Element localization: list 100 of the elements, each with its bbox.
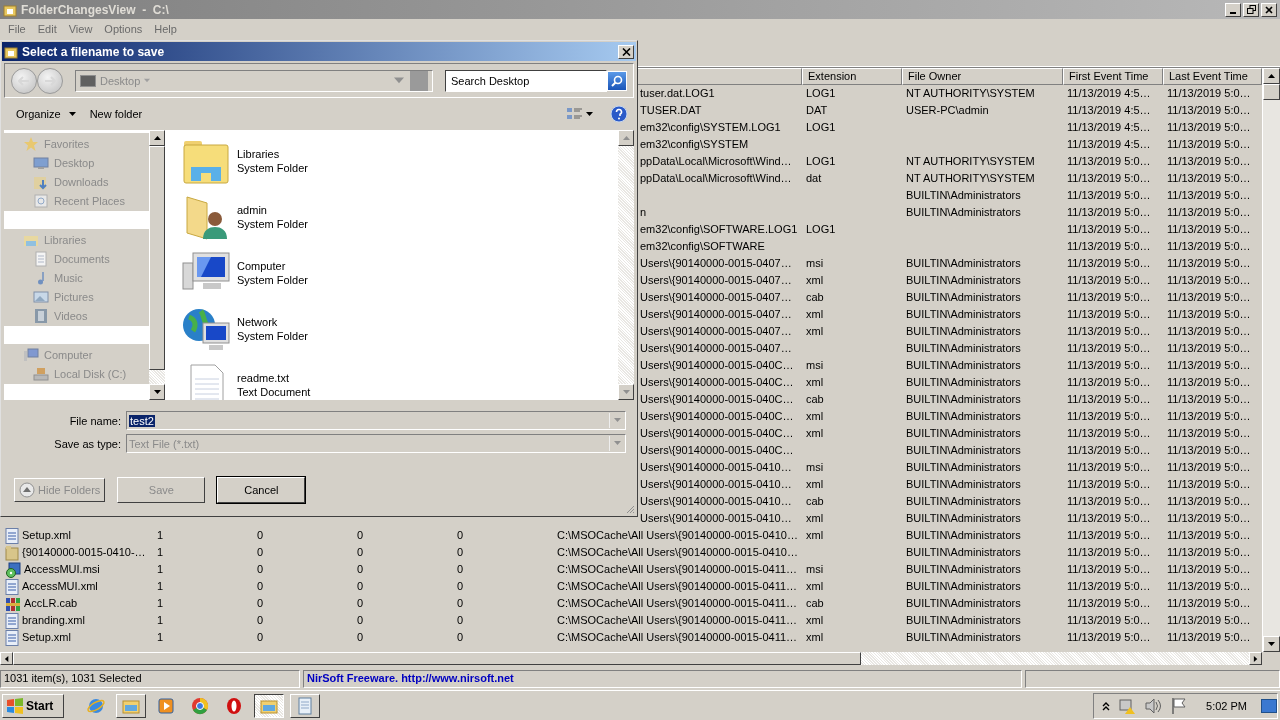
- minimize-button[interactable]: [1225, 2, 1241, 17]
- table-cell-text: 0: [256, 528, 265, 543]
- table-cell-text: BUILTIN\Administrators: [905, 426, 1022, 441]
- close-icon: [1265, 5, 1273, 14]
- menu-item[interactable]: Options: [98, 23, 149, 35]
- toolbar-button[interactable]: New folder: [83, 105, 149, 123]
- table-cell-text: 11/13/2019 5:0…: [1166, 256, 1252, 271]
- table-cell-text: BUILTIN\Administrators: [905, 205, 1022, 220]
- column-header[interactable]: File Owner: [902, 68, 1063, 85]
- pictures-icon: [33, 288, 49, 305]
- table-cell-text: 11/13/2019 5:0…: [1166, 375, 1252, 390]
- folder-icon: [3, 2, 17, 17]
- table-cell-text: 11/13/2019 5:0…: [1066, 562, 1152, 577]
- start-button[interactable]: Start: [2, 693, 64, 718]
- table-cell: Users\{90140000-0015-040C…: [640, 375, 794, 390]
- show-desktop-button[interactable]: [1261, 698, 1277, 713]
- table-cell-text: 11/13/2019 5:0…: [1166, 613, 1252, 628]
- file-name-field[interactable]: test2: [126, 411, 626, 430]
- close-button[interactable]: [618, 44, 634, 59]
- list-entry[interactable]: readme.txt Text Document: [181, 361, 618, 400]
- table-cell-text: 11/13/2019 5:0…: [1066, 358, 1152, 373]
- table-cell: Setup.xml: [22, 630, 71, 645]
- resize-grip[interactable]: [625, 504, 635, 514]
- table-cell-text: 11/13/2019 5:0…: [1166, 341, 1252, 356]
- table-cell-text: 11/13/2019 5:0…: [1166, 528, 1252, 543]
- toolbar-button[interactable]: Organize: [10, 105, 82, 123]
- table-cell-text: 0: [456, 596, 465, 611]
- folder-icon: [5, 544, 19, 561]
- scroll-thumb[interactable]: [13, 652, 861, 665]
- column-header[interactable]: Extension: [802, 68, 902, 85]
- horizontal-scrollbar[interactable]: [0, 652, 1280, 665]
- table-cell: ppData\Local\Microsoft\Wind…: [640, 154, 792, 169]
- menu-item[interactable]: View: [62, 23, 99, 35]
- menu-item[interactable]: Edit: [31, 23, 63, 35]
- speaker-icon[interactable]: [1144, 696, 1163, 715]
- scroll-down-button[interactable]: [1263, 636, 1280, 652]
- vertical-scrollbar[interactable]: [1262, 68, 1280, 652]
- table-cell-text: NT AUTHORITY\SYSTEM: [905, 154, 1036, 169]
- table-cell: Users\{90140000-0015-0407…: [640, 341, 792, 356]
- scroll-right-button[interactable]: [1249, 652, 1262, 665]
- film-icon: [33, 307, 49, 324]
- caret-icon: [622, 134, 630, 142]
- table-cell-text: BUILTIN\Administrators: [905, 613, 1022, 628]
- search-button[interactable]: [607, 70, 627, 91]
- help-icon[interactable]: [610, 105, 628, 123]
- search-field[interactable]: Search Desktop: [445, 69, 607, 92]
- table-cell-text: BUILTIN\Administrators: [905, 409, 1022, 424]
- scroll-left-button[interactable]: [0, 652, 13, 665]
- menu-item[interactable]: Help: [148, 23, 183, 35]
- restore-button[interactable]: [1243, 2, 1259, 17]
- list-entry[interactable]: Network System Folder: [181, 305, 618, 353]
- table-cell-text: 11/13/2019 5:0…: [1166, 562, 1252, 577]
- vertical-scrollbar[interactable]: [618, 130, 634, 400]
- table-cell-text: BUILTIN\Administrators: [905, 307, 1022, 322]
- table-cell: Users\{90140000-0015-0410…: [640, 477, 792, 492]
- list-entry[interactable]: Computer System Folder: [181, 249, 618, 297]
- table-cell-text: 0: [256, 545, 265, 560]
- table-cell: n: [640, 205, 647, 220]
- caret-icon: [1268, 640, 1275, 648]
- table-cell-text: 11/13/2019 5:0…: [1066, 341, 1152, 356]
- table-cell-text: xml: [805, 409, 825, 424]
- table-cell-text: 11/13/2019 5:0…: [1066, 188, 1152, 203]
- hide-folders-button[interactable]: Hide Folders: [14, 478, 106, 502]
- table-cell: TUSER.DAT: [640, 103, 702, 118]
- close-button[interactable]: [1261, 2, 1277, 17]
- column-header[interactable]: Last Event Time: [1163, 68, 1262, 85]
- list-entry[interactable]: admin System Folder: [181, 193, 618, 241]
- close-icon: [621, 47, 631, 56]
- table-cell-text: BUILTIN\Administrators: [905, 443, 1022, 458]
- table-cell-text: xml: [805, 528, 825, 543]
- table-cell-text: 11/13/2019 5:0…: [1166, 137, 1252, 152]
- menu-item[interactable]: File: [2, 23, 32, 35]
- caret-icon: [614, 417, 621, 424]
- list-entry[interactable]: Libraries System Folder: [181, 137, 618, 185]
- table-cell-text: 0: [356, 596, 365, 611]
- scroll-up-button[interactable]: [1263, 68, 1280, 84]
- table-cell: em32\config\SYSTEM: [640, 137, 749, 152]
- table-cell-text: xml: [805, 579, 825, 594]
- scroll-thumb[interactable]: [1263, 84, 1280, 100]
- column-header[interactable]: First Event Time: [1063, 68, 1163, 85]
- address-bar[interactable]: Desktop: [75, 69, 433, 92]
- table-cell-text: 11/13/2019 4:5…: [1066, 86, 1152, 101]
- taskbar-button[interactable]: [254, 693, 284, 718]
- dialog-button[interactable]: Cancel: [217, 477, 306, 503]
- table-cell-text: 11/13/2019 5:0…: [1166, 545, 1252, 560]
- table-cell-text: 0: [456, 528, 465, 543]
- item-name: readme.txt: [237, 371, 290, 385]
- chevron-up-icon[interactable]: [1102, 700, 1111, 711]
- table-cell: {90140000-0015-0410-…: [22, 545, 146, 560]
- item-type: System Folder: [237, 329, 308, 343]
- vertical-scrollbar[interactable]: [149, 130, 165, 400]
- flag-icon[interactable]: [1170, 696, 1189, 715]
- table-cell-text: cab: [805, 596, 825, 611]
- table-cell-text: LOG1: [805, 120, 837, 135]
- table-cell-text: 11/13/2019 5:0…: [1166, 290, 1252, 305]
- table-cell-text: BUILTIN\Administrators: [905, 579, 1022, 594]
- table-cell-text: BUILTIN\Administrators: [905, 545, 1022, 560]
- documents-icon: [33, 250, 49, 267]
- table-cell-text: 1: [156, 630, 165, 645]
- table-cell: Users\{90140000-0015-0407…: [640, 256, 792, 271]
